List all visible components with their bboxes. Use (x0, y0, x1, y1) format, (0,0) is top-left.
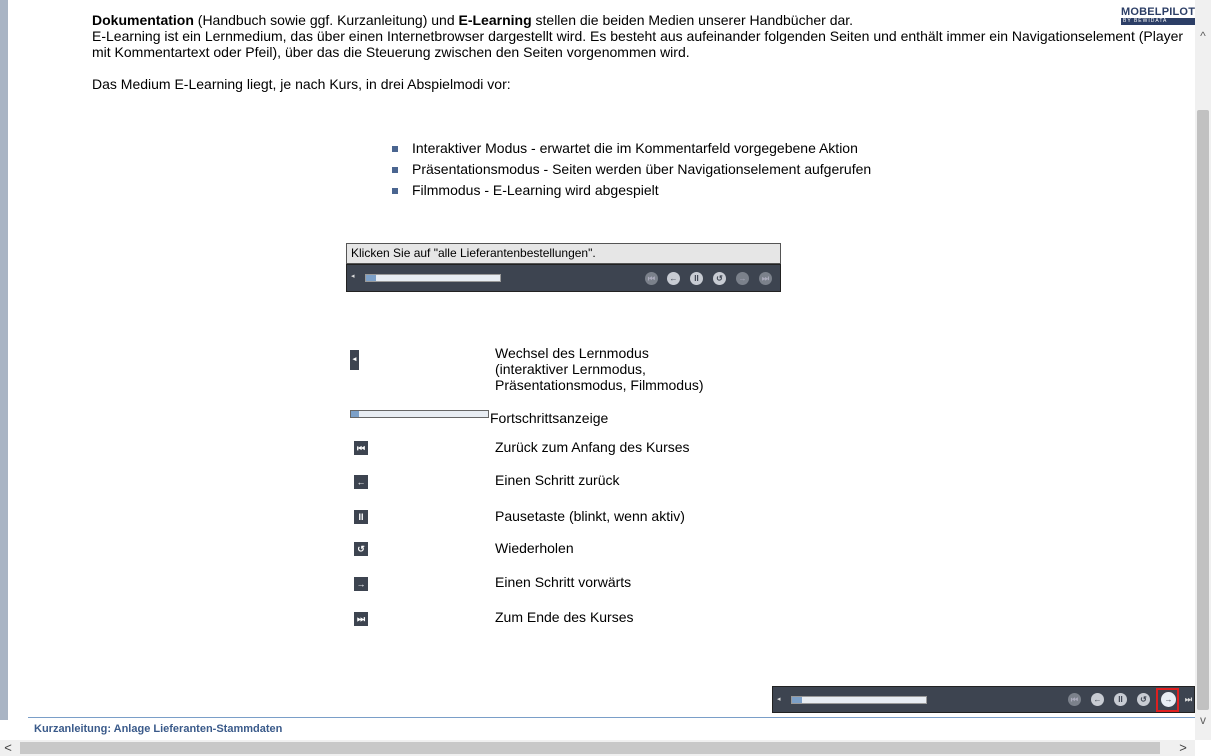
arrow-right-icon: → (736, 272, 749, 285)
intro-bold-documentation: Dokumentation (92, 12, 194, 28)
modes-list: Interaktiver Modus - erwartet die im Kom… (388, 138, 871, 201)
legend-progress: Fortschrittsanzeige (490, 410, 609, 426)
demo-progress-bar (365, 274, 501, 282)
legend-step-forward: Einen Schritt vorwärts (495, 574, 632, 590)
navigation-player: ◂ ⏮ ← II ↺ → ⏭ (772, 686, 1195, 713)
mode-switch-icon: ◂ (351, 273, 355, 280)
intro-paragraph: Dokumentation (Handbuch sowie ggf. Kurza… (92, 12, 1187, 28)
intro-bold-elearning: E-Learning (458, 12, 532, 28)
mode-item-presentation: Präsentationsmodus - Seiten werden über … (388, 159, 871, 180)
horizontal-scroll-thumb[interactable] (20, 742, 1160, 754)
footer-divider (28, 717, 1195, 718)
demo-player: Klicken Sie auf "alle Lieferantenbestell… (346, 243, 781, 292)
arrow-left-icon: ← (354, 475, 368, 489)
repeat-button[interactable]: ↺ (1137, 693, 1150, 706)
left-margin (8, 0, 28, 720)
intro-text-2: stellen die beiden Medien unserer Handbü… (531, 12, 854, 28)
intro-content: Dokumentation (Handbuch sowie ggf. Kurza… (92, 12, 1187, 92)
intro-text-1: (Handbuch sowie ggf. Kurzanleitung) und (193, 12, 459, 28)
legend-to-end: Zum Ende des Kurses (495, 609, 634, 625)
pause-icon: II (690, 272, 703, 285)
elearning-description: E-Learning ist ein Lernmedium, das über … (92, 28, 1184, 60)
legend-repeat: Wiederholen (495, 540, 574, 556)
scroll-left-icon[interactable]: < (0, 740, 16, 756)
footer-course-title: Kurzanleitung: Anlage Lieferanten-Stammd… (34, 723, 283, 735)
repeat-icon: ↺ (713, 272, 726, 285)
pause-icon: II (354, 510, 368, 524)
mode-item-film: Filmmodus - E-Learning wird abgespielt (388, 180, 871, 201)
legend-step-back: Einen Schritt zurück (495, 472, 620, 488)
legend-pause: Pausetaste (blinkt, wenn aktiv) (495, 508, 685, 524)
skip-to-start-icon: ⏮ (354, 441, 368, 455)
scroll-right-icon[interactable]: > (1175, 740, 1191, 756)
modes-intro: Das Medium E-Learning liegt, je nach Kur… (92, 76, 511, 92)
step-forward-highlight (1156, 688, 1179, 712)
pause-button[interactable]: II (1114, 693, 1127, 706)
horizontal-scrollbar[interactable]: < > (0, 740, 1195, 756)
arrow-right-icon: → (354, 577, 368, 591)
scroll-up-icon[interactable]: ^ (1195, 28, 1211, 44)
scroll-down-icon[interactable]: v (1195, 712, 1211, 728)
mode-switch-button[interactable]: ◂ (777, 696, 783, 704)
arrow-left-icon: ← (667, 272, 680, 285)
vertical-scroll-thumb[interactable] (1197, 110, 1209, 710)
repeat-icon: ↺ (354, 542, 368, 556)
skip-to-end-icon: ⏭ (759, 272, 772, 285)
step-back-button[interactable]: ← (1091, 693, 1104, 706)
mode-switch-icon: ◂ (350, 350, 359, 370)
left-frame (0, 0, 8, 720)
legend-to-start: Zurück zum Anfang des Kurses (495, 439, 690, 455)
legend-mode-switch: Wechsel des Lernmodus (interaktiver Lern… (495, 345, 704, 393)
progress-bar (791, 696, 927, 704)
skip-to-end-icon: ⏭ (354, 612, 368, 626)
mode-item-interactive: Interaktiver Modus - erwartet die im Kom… (388, 138, 871, 159)
legend-progress-bar (350, 410, 489, 418)
demo-player-bar: ◂ ⏮ ← II ↺ → ⏭ (346, 264, 781, 292)
vertical-scrollbar[interactable]: ^ v (1195, 0, 1211, 740)
skip-to-start-button[interactable]: ⏮ (1068, 693, 1081, 706)
skip-to-end-button[interactable]: ⏭ (1184, 693, 1193, 706)
skip-to-start-icon: ⏮ (645, 272, 658, 285)
demo-comment-box: Klicken Sie auf "alle Lieferantenbestell… (346, 243, 781, 264)
